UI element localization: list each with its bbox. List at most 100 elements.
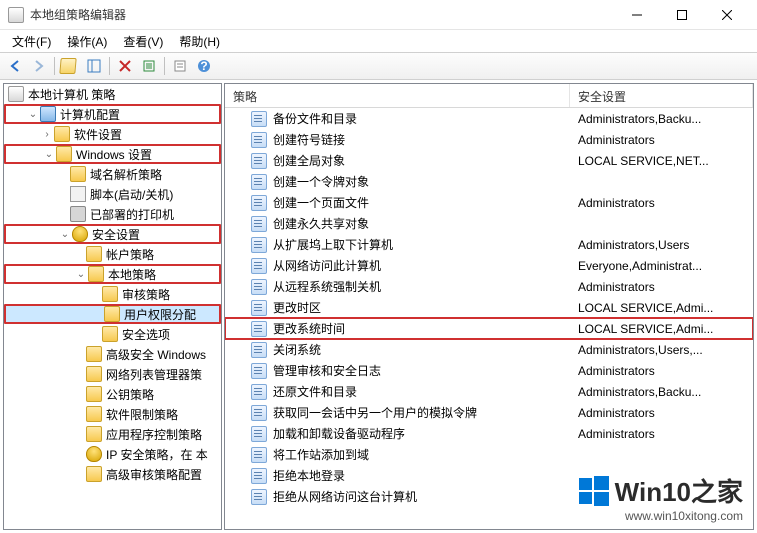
policy-row[interactable]: 拒绝本地登录: [225, 465, 753, 486]
policy-row[interactable]: 从远程系统强制关机Administrators: [225, 276, 753, 297]
policy-row[interactable]: 从网络访问此计算机Everyone,Administrat...: [225, 255, 753, 276]
policy-icon: [251, 237, 267, 253]
app-icon: [8, 7, 24, 23]
tree-item-label: 帐户策略: [106, 246, 154, 263]
policy-row[interactable]: 管理审核和安全日志Administrators: [225, 360, 753, 381]
show-hide-tree-button[interactable]: [83, 55, 105, 77]
policy-row[interactable]: 获取同一会话中另一个用户的模拟令牌Administrators: [225, 402, 753, 423]
maximize-button[interactable]: [659, 0, 704, 30]
tree-item[interactable]: 已部署的打印机: [4, 204, 221, 224]
back-button[interactable]: [4, 55, 26, 77]
menu-view[interactable]: 查看(V): [115, 31, 171, 52]
policy-row[interactable]: 创建符号链接Administrators: [225, 129, 753, 150]
tree-item-label: 本地计算机 策略: [28, 86, 115, 103]
tree-item[interactable]: 帐户策略: [4, 244, 221, 264]
policy-row[interactable]: 更改时区LOCAL SERVICE,Admi...: [225, 297, 753, 318]
policy-row[interactable]: 创建全局对象LOCAL SERVICE,NET...: [225, 150, 753, 171]
tree-item[interactable]: 应用程序控制策略: [4, 424, 221, 444]
tree-item[interactable]: 软件限制策略: [4, 404, 221, 424]
no-expand-icon: [90, 307, 104, 321]
close-button[interactable]: [704, 0, 749, 30]
policy-icon: [251, 258, 267, 274]
properties-button[interactable]: [169, 55, 191, 77]
tree-item[interactable]: 安全选项: [4, 324, 221, 344]
tree-item[interactable]: 公钥策略: [4, 384, 221, 404]
menu-file[interactable]: 文件(F): [4, 31, 59, 52]
delete-button[interactable]: [114, 55, 136, 77]
policy-icon: [251, 111, 267, 127]
policy-row[interactable]: 备份文件和目录Administrators,Backu...: [225, 108, 753, 129]
tree-item[interactable]: 用户权限分配: [4, 304, 221, 324]
policy-row[interactable]: 创建一个令牌对象: [225, 171, 753, 192]
folder-icon: [86, 366, 102, 382]
toolbar-separator: [164, 57, 165, 75]
policy-name: 从扩展坞上取下计算机: [273, 236, 393, 253]
expand-icon[interactable]: ›: [40, 127, 54, 141]
policy-row[interactable]: 从扩展坞上取下计算机Administrators,Users: [225, 234, 753, 255]
policy-row[interactable]: 创建永久共享对象: [225, 213, 753, 234]
no-expand-icon: [72, 447, 86, 461]
policy-row[interactable]: 创建一个页面文件Administrators: [225, 192, 753, 213]
printer-icon: [70, 206, 86, 222]
menu-action[interactable]: 操作(A): [59, 31, 115, 52]
tree-item-label: 高级审核策略配置: [106, 466, 202, 483]
folder-up-icon: [59, 58, 76, 74]
export-list-button[interactable]: [138, 55, 160, 77]
tree-item[interactable]: 网络列表管理器策: [4, 364, 221, 384]
no-expand-icon: [72, 387, 86, 401]
policy-security: LOCAL SERVICE,Admi...: [570, 322, 753, 336]
folder-icon: [70, 166, 86, 182]
policy-row[interactable]: 更改系统时间LOCAL SERVICE,Admi...: [225, 318, 753, 339]
no-expand-icon: [56, 187, 70, 201]
collapse-icon[interactable]: ⌄: [42, 147, 56, 161]
tree-item[interactable]: 域名解析策略: [4, 164, 221, 184]
no-expand-icon: [72, 427, 86, 441]
help-button[interactable]: ?: [193, 55, 215, 77]
folder-icon: [54, 126, 70, 142]
tree-item[interactable]: 高级安全 Windows: [4, 344, 221, 364]
policy-security: Administrators: [570, 427, 753, 441]
collapse-icon[interactable]: ⌄: [58, 227, 72, 241]
no-expand-icon: [72, 367, 86, 381]
policy-row[interactable]: 加载和卸载设备驱动程序Administrators: [225, 423, 753, 444]
policy-icon: [251, 321, 267, 337]
policy-icon: [251, 132, 267, 148]
collapse-icon[interactable]: ⌄: [26, 107, 40, 121]
forward-button[interactable]: [28, 55, 50, 77]
tree-item[interactable]: ⌄计算机配置: [4, 104, 221, 124]
minimize-button[interactable]: [614, 0, 659, 30]
list-body[interactable]: 备份文件和目录Administrators,Backu...创建符号链接Admi…: [225, 108, 753, 529]
shield-icon: [72, 226, 88, 242]
tree-item[interactable]: ›软件设置: [4, 124, 221, 144]
policy-row[interactable]: 拒绝从网络访问这台计算机: [225, 486, 753, 507]
tree-item[interactable]: ⌄ 本地策略: [4, 264, 221, 284]
tree-item[interactable]: 脚本(启动/关机): [4, 184, 221, 204]
policy-icon: [251, 405, 267, 421]
tree-item[interactable]: ⌄Windows 设置: [4, 144, 221, 164]
no-expand-icon: [56, 207, 70, 221]
policy-name: 获取同一会话中另一个用户的模拟令牌: [273, 404, 477, 421]
policy-name: 创建永久共享对象: [273, 215, 369, 232]
column-security[interactable]: 安全设置: [570, 84, 753, 107]
tree-item[interactable]: IP 安全策略，在 本: [4, 444, 221, 464]
policy-row[interactable]: 将工作站添加到域: [225, 444, 753, 465]
menu-help[interactable]: 帮助(H): [171, 31, 228, 52]
policy-security: Everyone,Administrat...: [570, 259, 753, 273]
tree-pane[interactable]: 本地计算机 策略⌄计算机配置›软件设置⌄Windows 设置域名解析策略脚本(启…: [3, 83, 222, 530]
column-policy[interactable]: 策略: [225, 84, 570, 107]
tree-item-label: 本地策略: [108, 266, 156, 283]
shield-icon: [86, 446, 102, 462]
list-pane: 策略 安全设置 备份文件和目录Administrators,Backu...创建…: [224, 83, 754, 530]
tree-item[interactable]: ⌄安全设置: [4, 224, 221, 244]
tree-item[interactable]: 审核策略: [4, 284, 221, 304]
policy-name: 创建一个令牌对象: [273, 173, 369, 190]
tree-item[interactable]: 高级审核策略配置: [4, 464, 221, 484]
no-expand-icon: [72, 347, 86, 361]
policy-row[interactable]: 关闭系统Administrators,Users,...: [225, 339, 753, 360]
tree-root-item[interactable]: 本地计算机 策略: [4, 84, 221, 104]
up-button[interactable]: [59, 55, 81, 77]
policy-row[interactable]: 还原文件和目录Administrators,Backu...: [225, 381, 753, 402]
tree-item-label: 软件限制策略: [106, 406, 178, 423]
collapse-icon[interactable]: ⌄: [74, 267, 88, 281]
tree-item-label: 应用程序控制策略: [106, 426, 202, 443]
